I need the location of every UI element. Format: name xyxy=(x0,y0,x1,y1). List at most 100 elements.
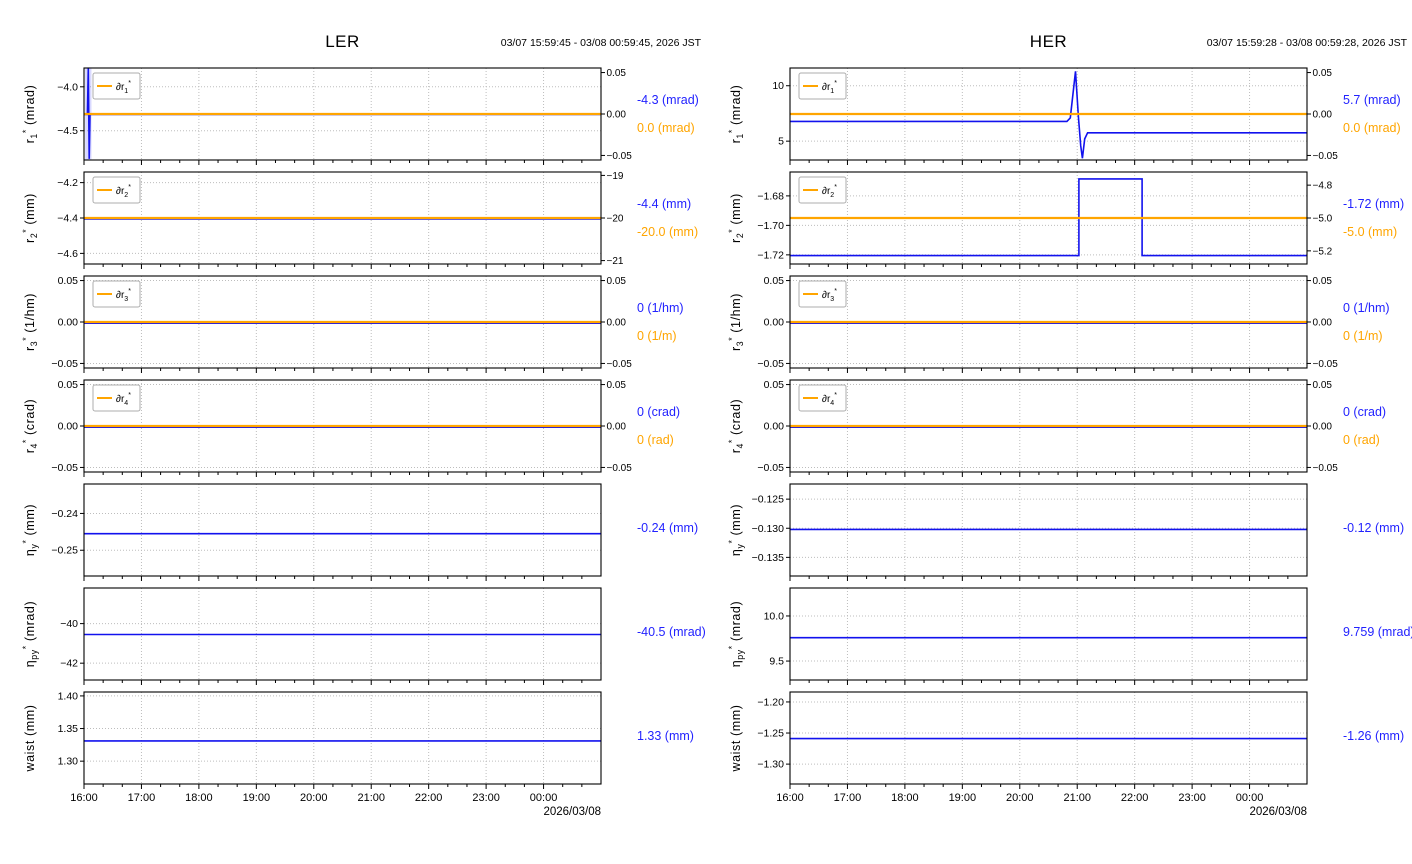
y-tick-label: −1.70 xyxy=(757,220,784,232)
y-tick-label: −4.2 xyxy=(57,177,78,189)
y-tick-label: −1.30 xyxy=(757,759,784,771)
y-tick-label: −0.125 xyxy=(752,494,785,506)
plot-her-row5: −0.125−0.130−0.135ηy* (mm) xyxy=(706,480,1412,584)
plot-her-row7: −1.20−1.25−1.30waist (mm)16:0017:0018:00… xyxy=(706,688,1412,814)
readout-blue-row3: 0 (1/hm) xyxy=(637,301,684,315)
readout-blue-row6: -40.5 (mrad) xyxy=(637,625,706,639)
y-tick-label: −4.5 xyxy=(57,125,78,137)
plot-her-row2: −1.68−1.70−1.72−4.8−5.0−5.2r2* (mm)∂r2* xyxy=(706,168,1412,272)
right-y-tick-label: 0.00 xyxy=(607,422,627,433)
y-tick-label: −4.0 xyxy=(57,81,78,93)
y-tick-label: 0.00 xyxy=(764,317,785,329)
panel-her: HER 03/07 15:59:28 - 03/08 00:59:28, 202… xyxy=(706,0,1412,864)
x-tick-label: 18:00 xyxy=(185,792,213,804)
panel-ler: LER 03/07 15:59:45 - 03/08 00:59:45, 202… xyxy=(0,0,706,864)
readout-blue-row6: 9.759 (mrad) xyxy=(1343,625,1412,639)
y-axis-label: r2* (mm) xyxy=(727,193,745,243)
x-tick-label: 21:00 xyxy=(1063,792,1091,804)
plot-rows: 1050.050.00−0.05r1* (mrad)∂r1* −1.68 −1.70… xyxy=(706,64,1412,814)
right-y-tick-label: 0.05 xyxy=(1313,68,1333,79)
y-tick-label: −0.135 xyxy=(752,552,785,564)
x-tick-label: 23:00 xyxy=(1178,792,1206,804)
readout-orange-row3: 0 (1/m) xyxy=(637,329,677,343)
y-tick-label: −42 xyxy=(60,658,78,670)
readout-orange-row3: 0 (1/m) xyxy=(1343,329,1383,343)
y-tick-label: 10.0 xyxy=(764,610,785,622)
y-tick-label: −4.6 xyxy=(57,248,78,260)
legend: ∂r3* xyxy=(799,281,846,307)
plot-her-row4: 0.050.00−0.050.050.00−0.05r4* (crad)∂r4* xyxy=(706,376,1412,480)
y-axis-label: r2* (mm) xyxy=(21,193,39,243)
right-y-tick-label: −0.05 xyxy=(1313,359,1339,370)
x-tick-label: 19:00 xyxy=(243,792,271,804)
y-tick-label: 0.00 xyxy=(58,421,79,433)
x-tick-label: 22:00 xyxy=(1121,792,1149,804)
x-tick-label: 18:00 xyxy=(891,792,919,804)
y-axis-label: ηy* (mm) xyxy=(21,504,39,556)
right-y-tick-label: 0.00 xyxy=(607,110,627,121)
right-y-tick-label: 0.00 xyxy=(1313,318,1333,329)
right-y-tick-label: 0.05 xyxy=(607,380,627,391)
y-axis-label: waist (mm) xyxy=(729,704,743,772)
x-tick-label: 19:00 xyxy=(949,792,977,804)
y-tick-label: −0.24 xyxy=(51,508,78,520)
readout-orange-row1: 0.0 (mrad) xyxy=(1343,121,1401,135)
readout-orange-row2: -5.0 (mm) xyxy=(1343,225,1397,239)
right-y-tick-label: −5.2 xyxy=(1313,246,1333,257)
y-axis-label: r4* (crad) xyxy=(21,399,39,454)
right-y-tick-label: −0.05 xyxy=(1313,151,1339,162)
y-axis-label: ηy* (mm) xyxy=(727,504,745,556)
readout-orange-row1: 0.0 (mrad) xyxy=(637,121,695,135)
legend: ∂r2* xyxy=(93,177,140,203)
y-tick-label: 1.40 xyxy=(58,690,79,702)
legend: ∂r3* xyxy=(93,281,140,307)
y-axis-label: r3* (1/hm) xyxy=(727,293,745,351)
y-tick-label: 1.30 xyxy=(58,756,79,768)
readout-blue-row2: -4.4 (mm) xyxy=(637,197,691,211)
legend: ∂r1* xyxy=(93,73,140,99)
x-tick-label: 00:00 xyxy=(530,792,558,804)
readout-blue-row5: -0.12 (mm) xyxy=(1343,521,1404,535)
right-y-tick-label: 0.00 xyxy=(607,318,627,329)
x-tick-label: 17:00 xyxy=(128,792,156,804)
y-tick-label: 0.00 xyxy=(764,421,785,433)
legend: ∂r1* xyxy=(799,73,846,99)
readout-orange-row2: -20.0 (mm) xyxy=(637,225,698,239)
plot-her-row6: 10.09.5ηpy* (mrad) xyxy=(706,584,1412,688)
x-tick-label: 16:00 xyxy=(776,792,804,804)
legend: ∂r4* xyxy=(799,385,846,411)
y-tick-label: −1.68 xyxy=(757,190,784,202)
readout-blue-row1: 5.7 (mrad) xyxy=(1343,93,1401,107)
y-tick-label: −0.05 xyxy=(51,462,78,474)
plot-ler-row6: −40−42ηpy* (mrad) xyxy=(0,584,706,688)
y-tick-label: −0.05 xyxy=(51,358,78,370)
right-y-tick-label: −5.0 xyxy=(1313,214,1333,225)
x-tick-label: 21:00 xyxy=(357,792,385,804)
plot-ler-row3: 0.050.00−0.050.050.00−0.05r3* (1/hm)∂r3* xyxy=(0,272,706,376)
y-tick-label: 0.00 xyxy=(58,317,79,329)
readout-blue-row7: -1.26 (mm) xyxy=(1343,729,1404,743)
x-tick-label: 22:00 xyxy=(415,792,443,804)
y-tick-label: 1.35 xyxy=(58,723,79,735)
right-y-tick-label: −0.05 xyxy=(607,151,633,162)
right-y-tick-label: 0.05 xyxy=(607,276,627,287)
y-axis-label: r4* (crad) xyxy=(727,399,745,454)
x-tick-label: 23:00 xyxy=(472,792,500,804)
y-tick-label: −1.20 xyxy=(757,696,784,708)
right-y-tick-label: −19 xyxy=(607,171,624,182)
y-tick-label: 0.05 xyxy=(764,379,785,391)
readout-blue-row1: -4.3 (mrad) xyxy=(637,93,699,107)
readout-blue-row4: 0 (crad) xyxy=(1343,405,1386,419)
right-y-tick-label: −0.05 xyxy=(607,359,633,370)
readout-blue-row4: 0 (crad) xyxy=(637,405,680,419)
legend: ∂r2* xyxy=(799,177,846,203)
plot-ler-row5: −0.24−0.25ηy* (mm) xyxy=(0,480,706,584)
plot-her-row1: 1050.050.00−0.05r1* (mrad)∂r1* xyxy=(706,64,1412,168)
readout-blue-row2: -1.72 (mm) xyxy=(1343,197,1404,211)
right-y-tick-label: 0.05 xyxy=(1313,276,1333,287)
x-tick-label: 00:00 xyxy=(1236,792,1264,804)
y-tick-label: −40 xyxy=(60,618,78,630)
x-tick-label: 20:00 xyxy=(1006,792,1034,804)
right-y-tick-label: −0.05 xyxy=(607,463,633,474)
legend: ∂r4* xyxy=(93,385,140,411)
